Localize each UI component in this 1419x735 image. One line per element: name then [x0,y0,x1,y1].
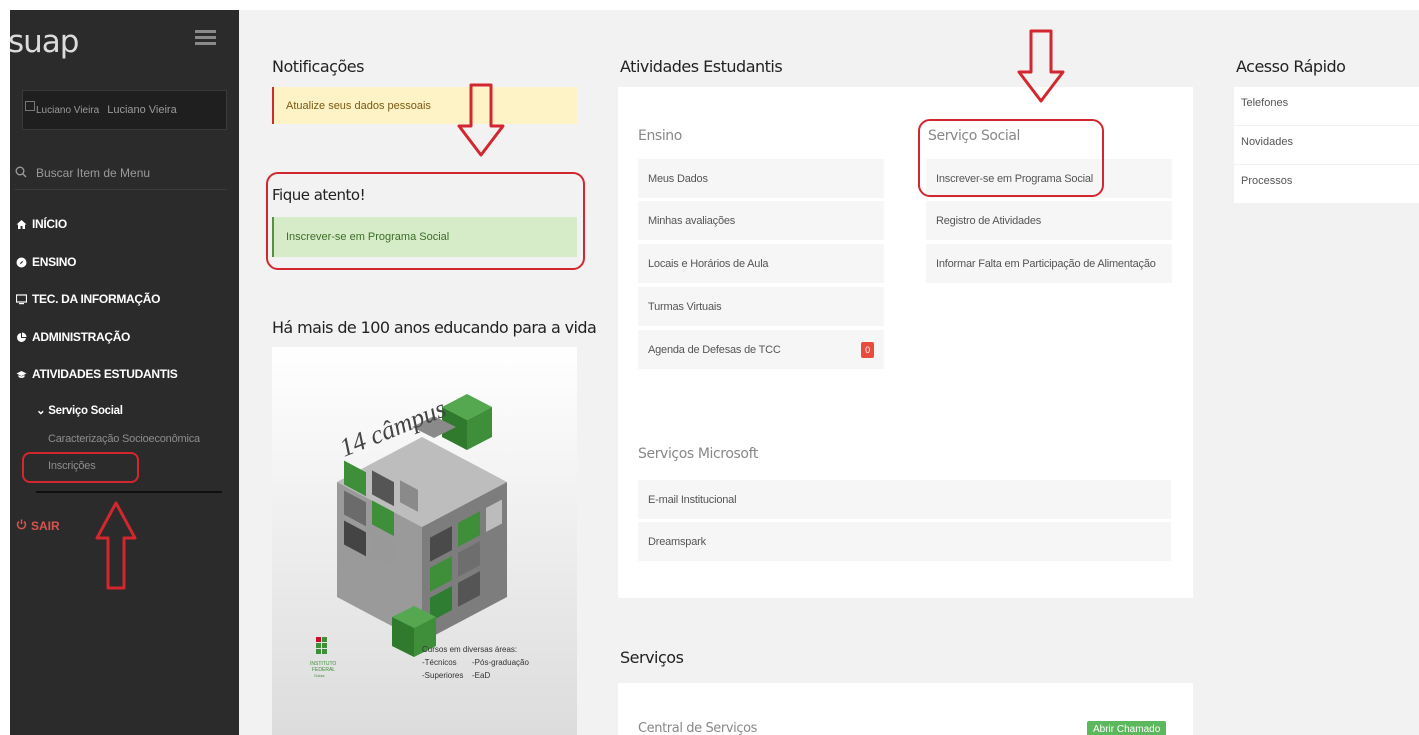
course-tecnicos: -Técnicos [422,658,457,667]
notification-update-data[interactable]: Atualize seus dados pessoais [272,87,577,124]
ensino-item-turmas-virtuais[interactable]: Turmas Virtuais [638,287,884,326]
sidebar-divider [36,491,222,493]
nav-administracao[interactable]: ADMINISTRAÇÃO [16,330,130,344]
suap-logo[interactable]: suap [8,24,79,60]
broken-image-icon [25,101,35,111]
annotation-highlight-attention [266,172,585,270]
ensino-item-avaliacoes[interactable]: Minhas avaliações [638,201,884,240]
submenu-servico-social[interactable]: ⌄ Serviço Social [36,403,123,417]
nav-inicio[interactable]: INÍCIO [16,217,67,231]
courses-heading: Cursos em diversas áreas: [422,645,517,654]
promo-banner[interactable]: 14 câmpus INSTITUTO FEDERAL Goiás Cursos… [272,347,577,735]
pie-chart-icon [16,332,27,343]
submenu-servico-social-label: Serviço Social [48,405,123,417]
search-icon [15,166,29,181]
user-avatar: Luciano Vieira [23,101,100,116]
notifications-title: Notificações [272,57,364,76]
ensino-title: Ensino [638,128,682,144]
menu-search[interactable]: Buscar Item de Menu [15,166,227,190]
agenda-tcc-count-badge: 0 [861,342,874,358]
student-activities-title: Atividades Estudantis [620,57,783,76]
course-ead: -EaD [472,671,490,680]
nav-tec-informacao-label: TEC. DA INFORMAÇÃO [32,292,161,306]
microsoft-item-email[interactable]: E-mail Institucional [638,480,1171,519]
course-superiores: -Superiores [422,671,463,680]
annotation-arrow-down-icon [1017,29,1065,103]
power-icon [16,519,27,533]
user-avatar-alt: Luciano Vieira [36,104,100,116]
services-title: Serviços [620,648,684,667]
nav-ensino[interactable]: ENSINO [16,255,77,269]
annotation-arrow-up-icon [95,501,137,590]
user-profile[interactable]: Luciano Vieira Luciano Vieira [22,90,227,130]
hamburger-menu-icon[interactable] [195,30,216,46]
nav-atividades-estudantis-label: ATIVIDADES ESTUDANTIS [32,367,178,381]
quick-access-title: Acesso Rápido [1236,57,1346,76]
central-servicos-title: Central de Serviços [638,721,758,735]
user-name: Luciano Vieira [107,104,177,116]
monitor-icon [16,293,27,305]
menu-search-label: Buscar Item de Menu [36,166,151,180]
nav-administracao-label: ADMINISTRAÇÃO [32,330,131,344]
quick-access-processos[interactable]: Processos [1234,165,1419,203]
nav-inicio-label: INÍCIO [32,217,67,231]
social-item-falta-alimentacao[interactable]: Informar Falta em Participação de Alimen… [926,244,1172,283]
ensino-item-locais-horarios[interactable]: Locais e Horários de Aula [638,244,884,283]
nav-atividades-estudantis[interactable]: ATIVIDADES ESTUDANTIS [16,367,178,381]
open-ticket-button[interactable]: Abrir Chamado [1087,721,1167,735]
home-icon [16,219,27,230]
quick-access-novidades[interactable]: Novidades [1234,126,1419,164]
services-panel: Central de Serviços Abrir Chamado [618,683,1193,735]
social-item-registro-atividades[interactable]: Registro de Atividades [926,201,1172,240]
ensino-item-meus-dados[interactable]: Meus Dados [638,159,884,198]
agenda-tcc-label: Agenda de Defesas de TCC [648,344,781,356]
annotation-highlight-inscricoes [22,452,139,483]
nav-tec-informacao[interactable]: TEC. DA INFORMAÇÃO [16,292,160,306]
compass-icon [16,257,27,268]
course-pos-graduacao: -Pós-graduação [472,658,529,667]
annotation-arrow-down-icon [457,83,505,157]
institute-line-3: Goiás [314,673,324,678]
microsoft-item-dreamspark[interactable]: Dreamspark [638,522,1171,561]
microsoft-title: Serviços Microsoft [638,446,758,462]
nav-ensino-label: ENSINO [32,255,77,269]
campus-cube-illustration: 14 câmpus INSTITUTO FEDERAL Goiás Cursos… [272,347,577,735]
logout-label: SAIR [31,519,60,533]
quick-access-telefones[interactable]: Telefones [1234,87,1419,125]
promo-title: Há mais de 100 anos educando para a vida [272,318,597,337]
submenu-item-caracterizacao[interactable]: Caracterização Socioeconômica [48,433,200,445]
annotation-highlight-servico-social [918,119,1104,197]
chevron-down-icon: ⌄ [36,405,49,417]
ensino-item-agenda-tcc[interactable]: Agenda de Defesas de TCC 0 [638,330,884,369]
graduation-cap-icon [16,369,27,380]
logout-link[interactable]: SAIR [16,519,60,533]
